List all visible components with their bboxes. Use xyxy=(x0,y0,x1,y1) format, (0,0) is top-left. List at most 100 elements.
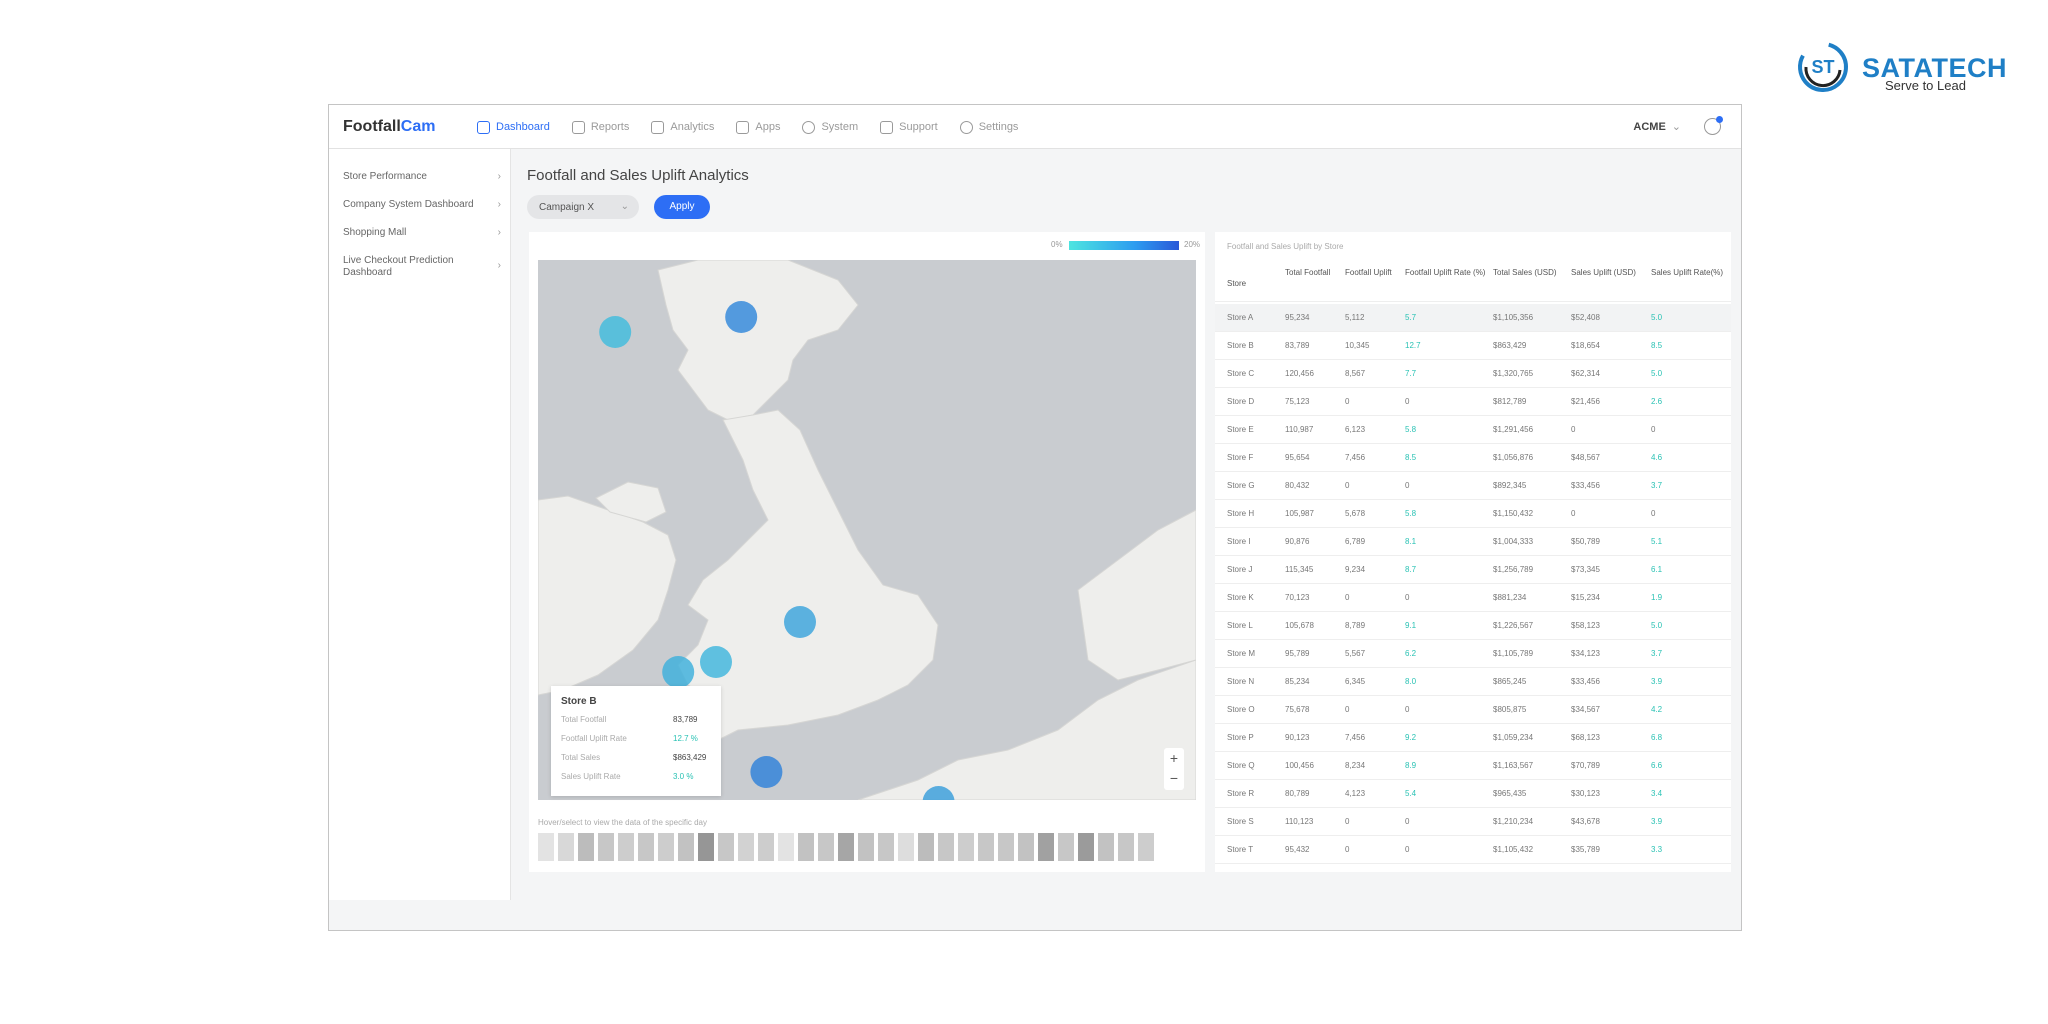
table-row[interactable]: Store D 75,123 0 0 $812,789 $21,456 2.6 xyxy=(1215,388,1731,416)
day-cell[interactable] xyxy=(578,833,594,861)
column-header[interactable]: Sales Uplift (USD) xyxy=(1571,268,1649,278)
day-cell[interactable] xyxy=(558,833,574,861)
table-row[interactable]: Store H 105,987 5,678 5.8 $1,150,432 0 0 xyxy=(1215,500,1731,528)
table-row[interactable]: Store R 80,789 4,123 5.4 $965,435 $30,123 3.4 xyxy=(1215,780,1731,808)
store-bubble[interactable] xyxy=(784,606,816,638)
nav-dashboard[interactable]: Dashboard xyxy=(477,120,550,134)
table-cell: $48,567 xyxy=(1571,453,1600,462)
day-cell[interactable] xyxy=(678,833,694,861)
table-row[interactable]: Store G 80,432 0 0 $892,345 $33,456 3.7 xyxy=(1215,472,1731,500)
nav-settings[interactable]: Settings xyxy=(959,120,1019,134)
day-cell[interactable] xyxy=(818,833,834,861)
nav-label: Reports xyxy=(590,121,630,133)
table-row[interactable]: Store Q 100,456 8,234 8.9 $1,163,567 $70,789 6… xyxy=(1215,752,1731,780)
table-row[interactable]: Store I 90,876 6,789 8.1 $1,004,333 $50,789 5.… xyxy=(1215,528,1731,556)
chevron-right-icon: › xyxy=(497,171,501,182)
day-cell[interactable] xyxy=(1058,833,1074,861)
store-bubble[interactable] xyxy=(700,646,732,678)
day-cell[interactable] xyxy=(878,833,894,861)
day-cell[interactable] xyxy=(1018,833,1034,861)
store-bubble[interactable] xyxy=(750,756,783,788)
sidebar-item-store-performance[interactable]: Store Performance › xyxy=(343,171,501,183)
store-bubble[interactable] xyxy=(725,301,758,333)
table-row[interactable]: Store E 110,987 6,123 5.8 $1,291,456 0 0 xyxy=(1215,416,1731,444)
sidebar-item-shopping-mall[interactable]: Shopping Mall › xyxy=(343,227,501,239)
column-header[interactable]: Footfall Uplift xyxy=(1345,268,1403,278)
table-row[interactable]: Store O 75,678 0 0 $805,875 $34,567 4.2 xyxy=(1215,696,1731,724)
campaign-select[interactable]: Campaign X ⌄ xyxy=(527,195,639,219)
day-cell[interactable] xyxy=(598,833,614,861)
day-cell[interactable] xyxy=(918,833,934,861)
column-header[interactable]: Sales Uplift Rate(%) xyxy=(1651,268,1727,278)
column-header[interactable]: Total Sales (USD) xyxy=(1493,268,1569,278)
nav-analytics[interactable]: Analytics xyxy=(651,120,714,134)
zoom-in-button[interactable]: + xyxy=(1164,748,1184,768)
table-row[interactable]: Store S 110,123 0 0 $1,210,234 $43,678 3.9 xyxy=(1215,808,1731,836)
day-cell[interactable] xyxy=(838,833,854,861)
nav-reports[interactable]: Reports xyxy=(571,120,630,134)
table-cell: 5,112 xyxy=(1345,313,1365,322)
user-avatar-icon[interactable] xyxy=(1704,116,1723,135)
store-bubble[interactable] xyxy=(662,656,695,688)
table-cell: Store H xyxy=(1227,509,1255,518)
table-row[interactable]: Store T 95,432 0 0 $1,105,432 $35,789 3.3 xyxy=(1215,836,1731,864)
nav-label: Settings xyxy=(978,121,1019,133)
table-row[interactable]: Store N 85,234 6,345 8.0 $865,245 $33,456 3.9 xyxy=(1215,668,1731,696)
day-cell[interactable] xyxy=(658,833,674,861)
table-cell: $52,408 xyxy=(1571,313,1600,322)
tooltip-row: Sales Uplift Rate 3.0 % xyxy=(561,772,711,791)
table-cell: Store Q xyxy=(1227,761,1255,770)
zoom-out-button[interactable]: − xyxy=(1164,768,1184,788)
table-cell: 80,789 xyxy=(1285,789,1310,798)
day-cell[interactable] xyxy=(978,833,994,861)
day-cell[interactable] xyxy=(898,833,914,861)
day-cell[interactable] xyxy=(998,833,1014,861)
table-row[interactable]: Store A 95,234 5,112 5.7 $1,105,356 $52,408 5.… xyxy=(1215,304,1731,332)
table-cell: $35,789 xyxy=(1571,845,1600,854)
day-cell[interactable] xyxy=(738,833,754,861)
column-header[interactable]: Store xyxy=(1227,279,1283,289)
table-cell: 2.6 xyxy=(1651,397,1663,406)
column-header[interactable]: Total Footfall xyxy=(1285,268,1343,278)
day-cell[interactable] xyxy=(1118,833,1134,861)
nav-support[interactable]: Support xyxy=(880,120,938,134)
table-row[interactable]: Store C 120,456 8,567 7.7 $1,320,765 $62,314 5… xyxy=(1215,360,1731,388)
day-cell[interactable] xyxy=(938,833,954,861)
apply-button[interactable]: Apply xyxy=(654,195,710,219)
table-cell: 8.9 xyxy=(1405,761,1417,770)
brand-logo[interactable]: FootfallCam xyxy=(343,118,435,136)
day-cell[interactable] xyxy=(538,833,554,861)
table-cell: 0 xyxy=(1405,593,1410,602)
day-cell[interactable] xyxy=(758,833,774,861)
org-selector[interactable]: ACME ⌄ xyxy=(1633,120,1681,133)
nav-system[interactable]: System xyxy=(802,120,858,134)
table-row[interactable]: Store B 83,789 10,345 12.7 $863,429 $18,654 8.… xyxy=(1215,332,1731,360)
table-row[interactable]: Store M 95,789 5,567 6.2 $1,105,789 $34,123 3.… xyxy=(1215,640,1731,668)
column-header[interactable]: Footfall Uplift Rate (%) xyxy=(1405,268,1491,278)
nav-apps[interactable]: Apps xyxy=(736,120,780,134)
day-cell[interactable] xyxy=(1098,833,1114,861)
table-row[interactable]: Store P 90,123 7,456 9.2 $1,059,234 $68,123 6.… xyxy=(1215,724,1731,752)
day-cell[interactable] xyxy=(1038,833,1054,861)
day-cell[interactable] xyxy=(778,833,794,861)
day-cell[interactable] xyxy=(698,833,714,861)
chevron-down-icon: ⌄ xyxy=(1671,121,1681,133)
table-row[interactable]: Store J 115,345 9,234 8.7 $1,256,789 $73,345 6… xyxy=(1215,556,1731,584)
table-cell: 0 xyxy=(1345,593,1350,602)
sidebar-item-live-checkout[interactable]: Live Checkout Prediction Dashboard › xyxy=(343,255,501,279)
store-bubble[interactable] xyxy=(599,316,632,348)
day-cell[interactable] xyxy=(638,833,654,861)
day-cell[interactable] xyxy=(1078,833,1094,861)
day-cell[interactable] xyxy=(718,833,734,861)
sidebar-item-company-system-dashboard[interactable]: Company System Dashboard › xyxy=(343,199,501,211)
day-cell[interactable] xyxy=(1138,833,1154,861)
table-row[interactable]: Store K 70,123 0 0 $881,234 $15,234 1.9 xyxy=(1215,584,1731,612)
day-cell[interactable] xyxy=(958,833,974,861)
table-cell: 75,678 xyxy=(1285,705,1310,714)
table-row[interactable]: Store L 105,678 8,789 9.1 $1,226,567 $58,123 5… xyxy=(1215,612,1731,640)
day-cell[interactable] xyxy=(798,833,814,861)
day-cell[interactable] xyxy=(618,833,634,861)
day-cell[interactable] xyxy=(858,833,874,861)
analytics-icon xyxy=(651,120,665,134)
table-row[interactable]: Store F 95,654 7,456 8.5 $1,056,876 $48,567 4.… xyxy=(1215,444,1731,472)
